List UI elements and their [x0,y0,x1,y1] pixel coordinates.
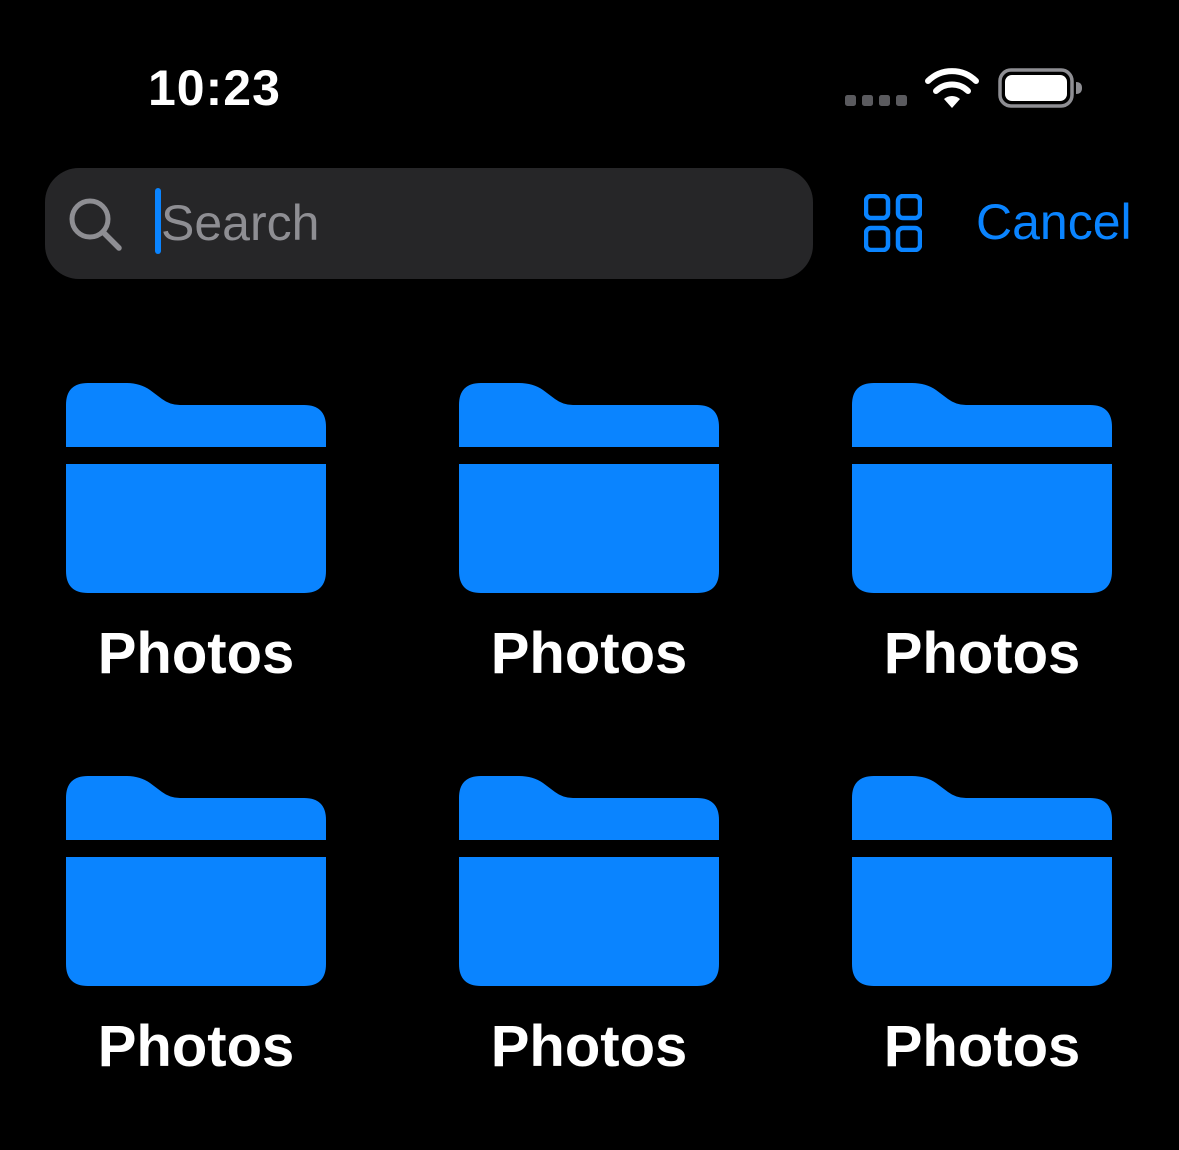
folder-label: Photos [97,1014,295,1079]
folder-icon [852,383,1112,593]
folder-icon [66,383,326,593]
folder-label: Photos [883,1014,1081,1079]
folder-item[interactable]: Photos [816,776,1136,1106]
folder-icon [459,776,719,986]
folder-item[interactable]: Photos [30,776,350,1106]
folder-icon [66,776,326,986]
folder-icon [459,383,719,593]
folder-item[interactable]: Photos [423,776,743,1106]
folder-label: Photos [97,621,295,686]
folder-label: Photos [883,621,1081,686]
folder-grid: Photos Photos Photos Photos Photos Photo… [0,0,1179,1150]
folder-item[interactable]: Photos [30,383,350,713]
folder-icon [852,776,1112,986]
folder-label: Photos [490,1014,688,1079]
folder-label: Photos [490,621,688,686]
folder-item[interactable]: Photos [423,383,743,713]
folder-item[interactable]: Photos [816,383,1136,713]
